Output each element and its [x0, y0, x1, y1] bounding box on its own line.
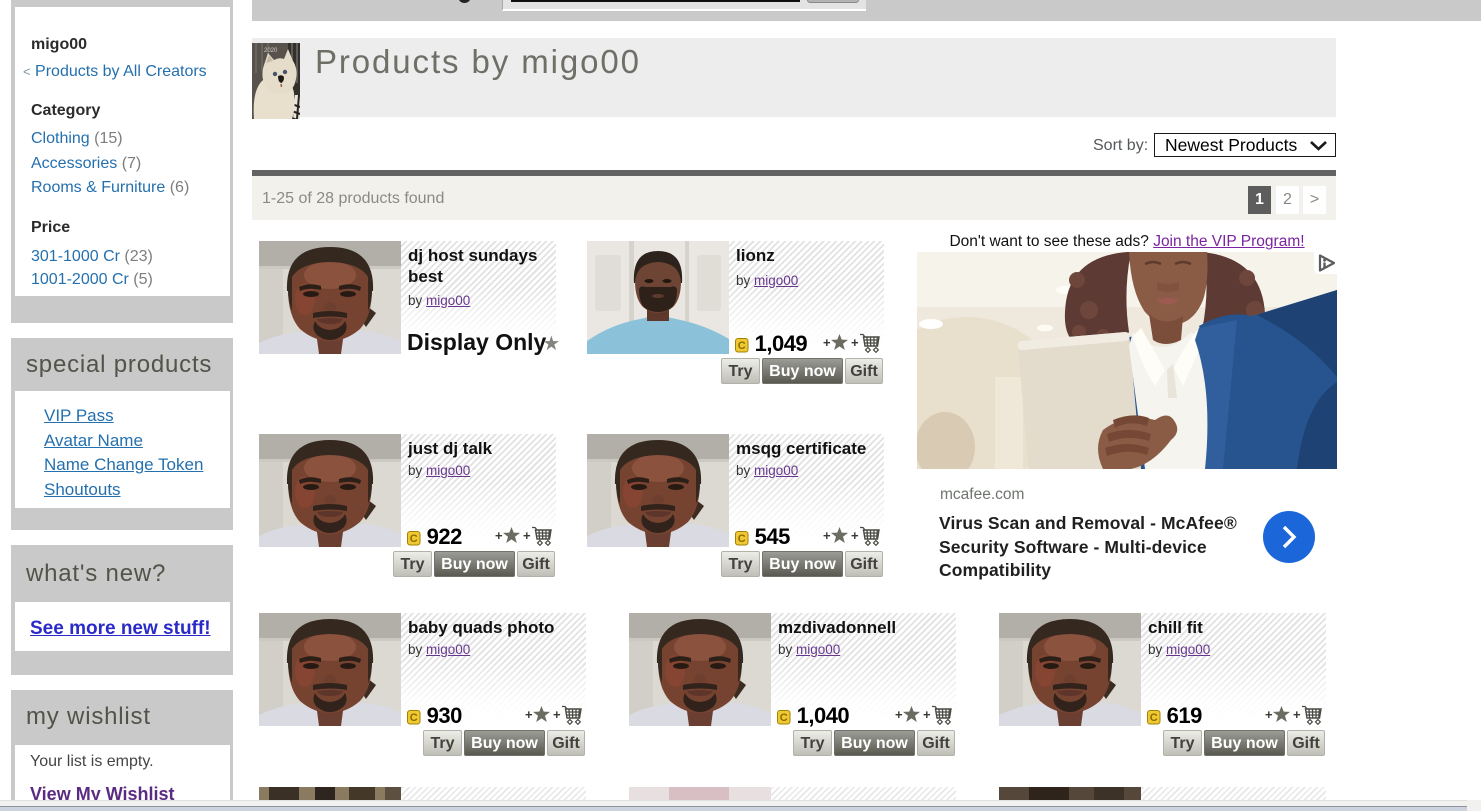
svg-text:+: + — [823, 528, 831, 543]
svg-text:+: + — [525, 707, 533, 722]
svg-text:+: + — [553, 707, 561, 722]
svg-text:+: + — [495, 528, 503, 543]
svg-text:+: + — [895, 707, 903, 722]
svg-text:+: + — [851, 335, 859, 350]
svg-text:+: + — [851, 528, 859, 543]
svg-text:+: + — [1265, 707, 1273, 722]
svg-text:+: + — [1293, 707, 1301, 722]
svg-text:+: + — [923, 707, 931, 722]
svg-text:+: + — [523, 528, 531, 543]
svg-text:+: + — [823, 335, 831, 350]
